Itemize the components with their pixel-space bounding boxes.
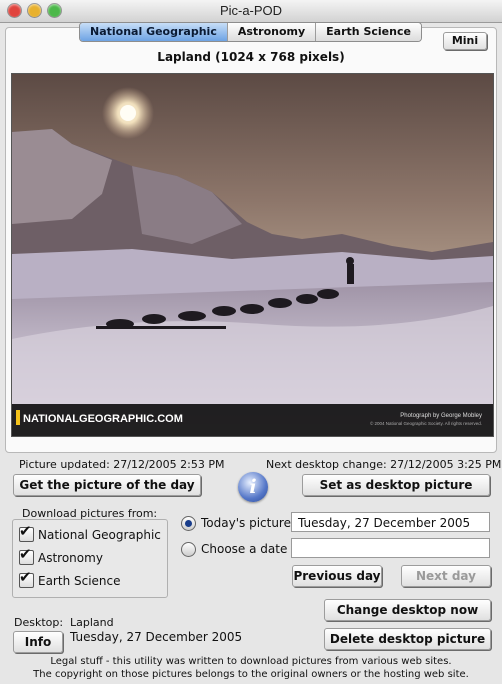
national-geographic-checkbox-label: National Geographic bbox=[38, 528, 161, 542]
desktop-date: Tuesday, 27 December 2005 bbox=[70, 630, 243, 644]
lapland-photo: NATIONALGEOGRAPHIC.COM Photograph by Geo… bbox=[12, 74, 493, 436]
todays-date-field[interactable]: Tuesday, 27 December 2005 bbox=[291, 512, 490, 532]
choose-date-label: Choose a date bbox=[201, 542, 288, 556]
info-icon[interactable]: i bbox=[238, 472, 268, 502]
tab-astronomy[interactable]: Astronomy bbox=[227, 23, 317, 41]
title-bar: Pic-a-POD bbox=[0, 0, 502, 23]
picture-title: Lapland (1024 x 768 pixels) bbox=[157, 50, 345, 64]
desktop-label: Desktop: bbox=[14, 616, 64, 629]
choose-date-field[interactable] bbox=[291, 538, 490, 558]
window-title: Pic-a-POD bbox=[219, 3, 283, 18]
mini-button[interactable]: Mini bbox=[443, 32, 487, 50]
earth-science-checkbox[interactable]: ✔ bbox=[19, 568, 34, 588]
astronomy-checkbox-label: Astronomy bbox=[38, 551, 103, 565]
source-tabs: National Geographic Astronomy Earth Scie… bbox=[79, 22, 422, 42]
desktop-name: Lapland bbox=[70, 616, 114, 629]
previous-day-button[interactable]: Previous day bbox=[292, 565, 382, 587]
delete-desktop-button[interactable]: Delete desktop picture bbox=[324, 628, 491, 650]
picture-of-the-day: NATIONALGEOGRAPHIC.COM Photograph by Geo… bbox=[11, 73, 494, 437]
photo-credit: Photograph by George Mobley bbox=[400, 413, 482, 419]
set-desktop-button[interactable]: Set as desktop picture bbox=[302, 474, 490, 496]
picture-updated-text: Picture updated: 27/12/2005 2:53 PM bbox=[19, 458, 225, 471]
todays-picture-radio[interactable] bbox=[181, 516, 196, 531]
earth-science-checkbox-label: Earth Science bbox=[38, 574, 121, 588]
next-day-button[interactable]: Next day bbox=[401, 565, 491, 587]
info-button[interactable]: Info bbox=[13, 631, 63, 653]
legal-line-1: Legal stuff - this utility was written t… bbox=[50, 656, 452, 667]
tab-earth-science[interactable]: Earth Science bbox=[316, 23, 421, 41]
photo-copyright: © 2004 National Geographic Society. All … bbox=[370, 420, 482, 426]
national-geographic-checkbox[interactable]: ✔ bbox=[19, 522, 34, 542]
tab-national-geographic[interactable]: National Geographic bbox=[80, 23, 228, 41]
next-change-text: Next desktop change: 27/12/2005 3:25 PM bbox=[266, 458, 502, 471]
change-desktop-button[interactable]: Change desktop now bbox=[324, 599, 491, 621]
todays-picture-label: Today's picture bbox=[201, 516, 291, 530]
choose-date-radio[interactable] bbox=[181, 542, 196, 557]
get-picture-button[interactable]: Get the picture of the day bbox=[13, 474, 201, 496]
legal-line-2: The copyright on those pictures belongs … bbox=[33, 669, 469, 680]
astronomy-checkbox[interactable]: ✔ bbox=[19, 545, 34, 565]
natgeo-logo: NATIONALGEOGRAPHIC.COM bbox=[23, 413, 183, 425]
